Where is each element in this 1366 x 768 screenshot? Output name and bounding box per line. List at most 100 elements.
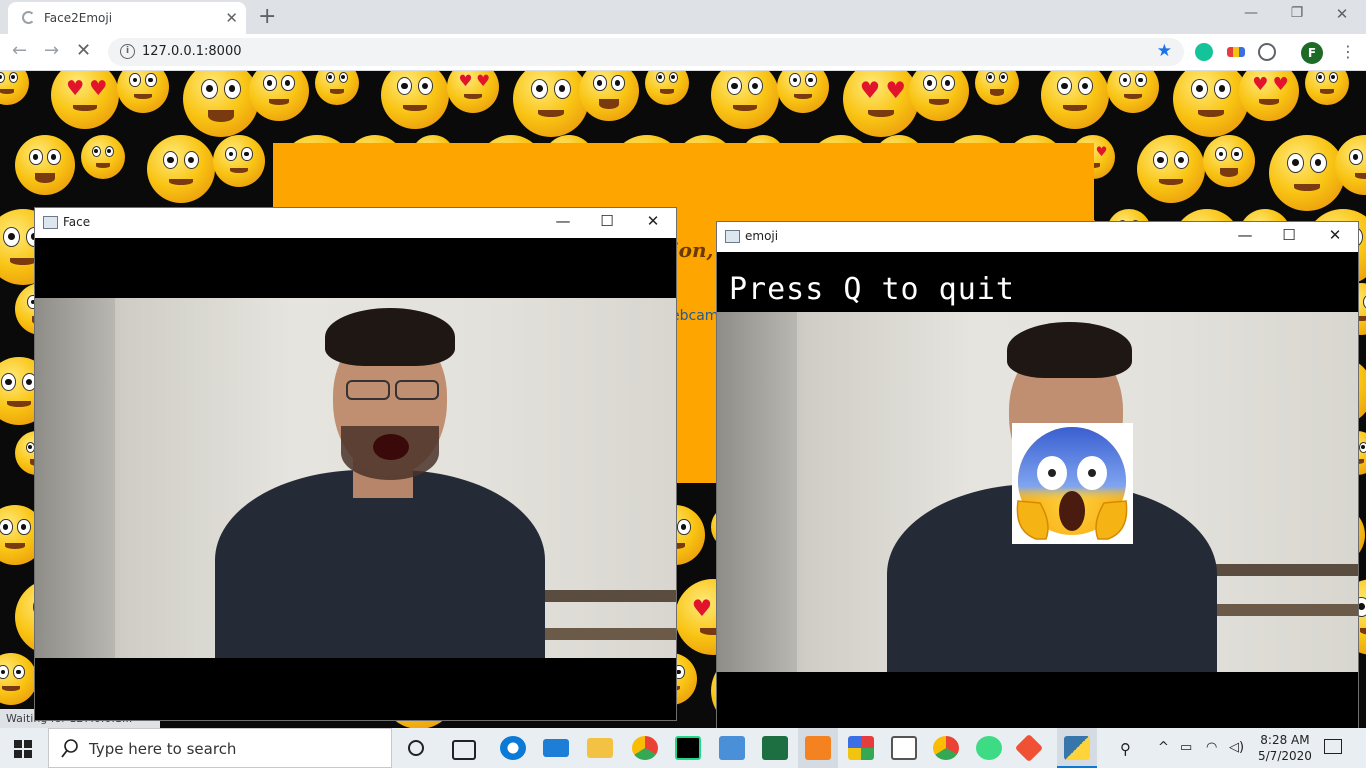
python-icon[interactable] xyxy=(1064,736,1090,760)
emoji-pattern-face: ♥♥ xyxy=(1239,71,1299,121)
minimize-button[interactable]: — xyxy=(1233,226,1257,244)
emoji-pattern-face xyxy=(315,71,359,105)
taskbar-search[interactable]: Type here to search xyxy=(48,728,392,768)
window-title: emoji xyxy=(745,229,779,243)
store-icon[interactable] xyxy=(891,736,917,760)
emoji-pattern-face xyxy=(1203,135,1255,187)
emoji-pattern-face xyxy=(117,71,169,113)
restore-button[interactable]: ❐ xyxy=(1277,5,1317,21)
emoji-pattern-face xyxy=(147,135,215,203)
minimize-button[interactable]: — xyxy=(1231,5,1271,21)
emoji-pattern-face xyxy=(213,135,265,187)
wifi-icon[interactable]: ◠ xyxy=(1206,740,1217,755)
app-grid-icon[interactable] xyxy=(848,736,874,760)
face-screaming-in-fear-icon xyxy=(1016,427,1128,540)
browser-menu-icon[interactable]: ⋮ xyxy=(1340,42,1356,61)
loading-icon xyxy=(22,11,35,24)
emoji-pattern-face xyxy=(1137,135,1205,203)
wall-shadow xyxy=(717,312,797,672)
emoji-pattern-face xyxy=(1305,71,1349,105)
emoji-pattern-face: ♥♥ xyxy=(51,71,119,129)
emoji-pattern-face xyxy=(183,71,259,137)
search-icon xyxy=(61,739,78,758)
tab-title: Face2Emoji xyxy=(44,11,113,25)
taskbar: Type here to search ⚲ ^ ▭ ◠ ◁) 8:28 AM 5… xyxy=(0,728,1366,768)
maximize-button[interactable]: ☐ xyxy=(595,212,619,230)
emoji-pattern-face: ♥♥ xyxy=(447,71,499,113)
chrome-icon[interactable] xyxy=(933,736,959,760)
wall-shadow xyxy=(35,298,115,658)
torso xyxy=(215,470,545,658)
address-bar[interactable]: i 127.0.0.1:8000 ★ xyxy=(108,38,1184,66)
chevron-up-icon[interactable]: ^ xyxy=(1158,740,1169,755)
back-icon[interactable]: ← xyxy=(12,40,27,61)
overlay-header: Press Q to quit xyxy=(717,252,1358,312)
clock-time: 8:28 AM xyxy=(1260,733,1310,747)
close-window-button[interactable]: ✕ xyxy=(1322,5,1362,23)
cortana-icon[interactable] xyxy=(408,740,424,756)
emoji-window[interactable]: emoji — ☐ ✕ Press Q to quit xyxy=(716,221,1359,729)
clock-date: 5/7/2020 xyxy=(1258,749,1312,763)
profile-avatar[interactable]: F xyxy=(1301,42,1323,64)
emoji-pattern-face xyxy=(777,71,829,113)
emoji-pattern-face xyxy=(579,71,639,121)
face-window[interactable]: Face — ☐ ✕ xyxy=(34,207,677,721)
task-view-icon[interactable] xyxy=(452,740,476,760)
emoji-pattern-face xyxy=(249,71,309,121)
windows-start-icon[interactable] xyxy=(14,740,32,758)
glasses-right xyxy=(395,380,439,400)
people-icon[interactable]: ⚲ xyxy=(1120,740,1131,758)
webcam-link[interactable]: ebcam xyxy=(671,308,718,324)
sublime-icon[interactable] xyxy=(805,736,831,760)
face-titlebar[interactable]: Face — ☐ ✕ xyxy=(35,208,676,238)
stop-icon[interactable]: ✕ xyxy=(76,40,91,61)
emoji-pattern-face xyxy=(711,71,779,129)
webcam-frame xyxy=(35,298,676,658)
battery-icon[interactable]: ▭ xyxy=(1180,740,1192,755)
close-tab-icon[interactable]: ✕ xyxy=(225,9,238,27)
tagline-text: ion, xyxy=(671,238,714,262)
clock[interactable]: 8:28 AM 5/7/2020 xyxy=(1258,732,1312,764)
emoji-pattern-face xyxy=(381,71,449,129)
search-placeholder: Type here to search xyxy=(89,740,237,758)
open-mouth xyxy=(373,434,409,460)
browser-toolbar: ← → ✕ i 127.0.0.1:8000 ★ F ⋮ xyxy=(0,34,1366,71)
emoji-pattern-face xyxy=(81,135,125,179)
close-button[interactable]: ✕ xyxy=(1323,226,1347,244)
hair xyxy=(325,308,455,366)
network-app-icon[interactable] xyxy=(719,736,745,760)
webcam-frame xyxy=(717,312,1358,672)
file-explorer-icon[interactable] xyxy=(587,738,613,758)
info-icon[interactable]: i xyxy=(120,44,135,59)
tab-face2emoji[interactable]: Face2Emoji ✕ xyxy=(8,2,246,34)
close-button[interactable]: ✕ xyxy=(641,212,665,230)
git-icon[interactable] xyxy=(1014,733,1044,763)
scared-emoji-overlay xyxy=(1012,423,1133,544)
notification-icon[interactable] xyxy=(1324,739,1342,754)
mail-icon[interactable] xyxy=(543,739,569,757)
excel-icon[interactable] xyxy=(762,736,788,760)
window-app-icon xyxy=(43,216,58,229)
bookmark-star-icon[interactable]: ★ xyxy=(1157,41,1172,61)
lens-extension-icon[interactable] xyxy=(1258,43,1276,61)
glasses-left xyxy=(346,380,390,400)
emoji-pattern-face xyxy=(513,71,589,137)
emoji-pattern-face xyxy=(1173,71,1249,137)
press-q-text: Press Q to quit xyxy=(729,272,1015,307)
emoji-pattern-face xyxy=(975,71,1019,105)
emoji-pattern-face xyxy=(1041,71,1109,129)
emoji-pattern-face xyxy=(645,71,689,105)
grammarly-icon[interactable] xyxy=(1195,43,1213,61)
new-tab-button[interactable]: + xyxy=(258,4,276,30)
volume-icon[interactable]: ◁) xyxy=(1229,740,1244,755)
pycharm-icon[interactable] xyxy=(675,736,701,760)
minimize-button[interactable]: — xyxy=(551,212,575,230)
window-title: Face xyxy=(63,215,91,229)
edge-icon[interactable] xyxy=(500,736,526,760)
emoji-titlebar[interactable]: emoji — ☐ ✕ xyxy=(717,222,1358,252)
extension-icon[interactable] xyxy=(1227,47,1245,57)
maps-icon[interactable] xyxy=(976,736,1002,760)
maximize-button[interactable]: ☐ xyxy=(1277,226,1301,244)
forward-icon[interactable]: → xyxy=(44,40,59,61)
chrome-profile-icon[interactable] xyxy=(632,736,658,760)
